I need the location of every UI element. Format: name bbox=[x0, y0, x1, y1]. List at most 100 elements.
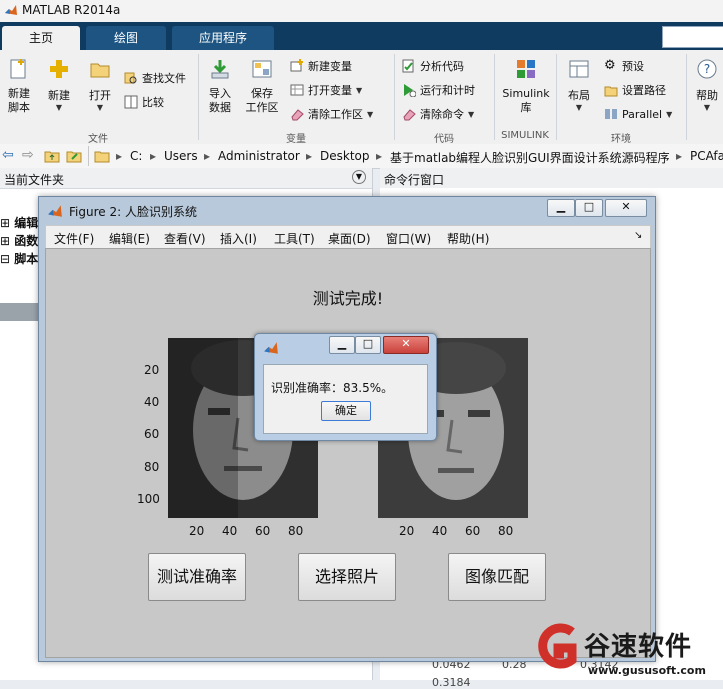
maximize-button[interactable]: □ bbox=[575, 199, 603, 217]
menu-help[interactable]: 帮助(H) bbox=[447, 230, 489, 247]
menu-desktop[interactable]: 桌面(D) bbox=[328, 230, 371, 247]
test-accuracy-button[interactable]: 测试准确率 bbox=[148, 553, 246, 601]
breadcrumb-item[interactable]: Administrator bbox=[218, 149, 300, 163]
import-data-button[interactable]: 导入 数据 bbox=[204, 58, 236, 115]
dialog-ok-button[interactable]: 确定 bbox=[321, 401, 371, 421]
breadcrumb-item[interactable]: C: bbox=[130, 149, 142, 163]
figure-titlebar[interactable]: Figure 2: 人脸识别系统 ▁ □ ✕ bbox=[39, 197, 655, 223]
open-button[interactable]: 打开 ▼ bbox=[84, 58, 116, 112]
command-output-value: 0.3184 bbox=[432, 676, 471, 689]
new-variable-button[interactable]: 新建变量 bbox=[290, 56, 352, 76]
expand-icon: ⊞ bbox=[0, 234, 11, 248]
breadcrumb-separator: ▸ bbox=[676, 149, 683, 163]
environment-group-label: 环境 bbox=[611, 134, 631, 145]
parallel-button[interactable]: Parallel ▼ bbox=[604, 104, 672, 124]
help-label: 帮助 bbox=[696, 89, 718, 102]
collapse-icon: ⊟ bbox=[0, 252, 11, 266]
folder-section-functions[interactable]: ⊞ 函数 bbox=[0, 232, 38, 249]
new-button[interactable]: 新建 ▼ bbox=[42, 58, 76, 112]
breadcrumb-item[interactable]: 基于matlab编程人脸识别GUI界面设计系统源码程序 bbox=[390, 149, 670, 166]
file-group-label: 文件 bbox=[88, 134, 108, 145]
save-workspace-button[interactable]: 保存 工作区 bbox=[244, 58, 280, 115]
close-button[interactable]: ✕ bbox=[605, 199, 647, 217]
compare-icon bbox=[124, 95, 138, 109]
image-match-button[interactable]: 图像匹配 bbox=[448, 553, 546, 601]
layout-button[interactable]: 布局 ▼ bbox=[564, 58, 594, 112]
dialog-message: 识别准确率：83.5%。 bbox=[271, 381, 394, 395]
dock-arrow-icon[interactable]: ↘ bbox=[634, 230, 642, 241]
find-files-label: 查找文件 bbox=[142, 72, 186, 85]
new-script-icon bbox=[10, 59, 26, 79]
chevron-down-icon: ▼ bbox=[55, 103, 63, 112]
search-input[interactable] bbox=[662, 26, 723, 48]
folder-section-scripts[interactable]: ⊟ 脚本 bbox=[0, 250, 38, 267]
breadcrumb-item[interactable]: Users bbox=[164, 149, 198, 163]
breadcrumb-item[interactable]: Desktop bbox=[320, 149, 370, 163]
analyze-code-button[interactable]: 分析代码 bbox=[402, 56, 464, 76]
breadcrumb-item[interactable]: PCAfa bbox=[690, 149, 723, 163]
simulink-library-button[interactable]: Simulink 库 bbox=[502, 58, 550, 115]
run-and-time-button[interactable]: 运行和计时 bbox=[402, 80, 475, 100]
dialog-body: 识别准确率：83.5%。 确定 bbox=[263, 364, 428, 434]
figure-canvas: 测试完成! 20 40 60 80 100 20 40 60 80 20 40 … bbox=[45, 248, 651, 658]
breadcrumb-separator: ▸ bbox=[376, 149, 383, 163]
dialog-minimize-button[interactable]: ▁ bbox=[329, 336, 355, 354]
x-tick-label: 60 bbox=[255, 524, 271, 538]
dialog-maximize-button[interactable]: □ bbox=[355, 336, 381, 354]
set-path-button[interactable]: 设置路径 bbox=[604, 80, 666, 100]
x-tick-label: 20 bbox=[399, 524, 415, 538]
chevron-down-icon: ▼ bbox=[666, 109, 673, 119]
minimize-button[interactable]: ▁ bbox=[547, 199, 575, 217]
parallel-label: Parallel bbox=[622, 107, 663, 121]
matlab-logo-icon bbox=[48, 205, 62, 217]
chevron-down-icon: ▼ bbox=[575, 103, 583, 112]
address-bar: ⇦ ⇨ ▸ C: ▸ Users ▸ Administrator ▸ Deskt… bbox=[0, 144, 723, 169]
menu-edit[interactable]: 编辑(E) bbox=[109, 230, 150, 247]
ribbon-divider bbox=[394, 54, 395, 140]
tab-plots[interactable]: 绘图 bbox=[86, 26, 166, 50]
main-tab-bar: 主页 绘图 应用程序 bbox=[0, 22, 723, 50]
compare-button[interactable]: 比较 bbox=[124, 92, 164, 112]
up-folder-icon[interactable] bbox=[44, 148, 60, 164]
choose-photo-button[interactable]: 选择照片 bbox=[298, 553, 396, 601]
find-files-button[interactable]: 查找文件 bbox=[124, 68, 186, 88]
panel-menu-icon[interactable]: ▼ bbox=[352, 170, 366, 184]
open-variable-icon bbox=[290, 84, 304, 96]
new-script-button[interactable]: 新建 脚本 bbox=[4, 58, 34, 115]
simulink-library-label: Simulink 库 bbox=[502, 87, 550, 114]
clear-workspace-label: 清除工作区 bbox=[308, 108, 363, 121]
ribbon-divider bbox=[494, 54, 495, 140]
preferences-button[interactable]: ⚙ 预设 bbox=[604, 56, 644, 76]
expand-icon: ⊞ bbox=[0, 216, 11, 230]
breadcrumb-separator: ▸ bbox=[150, 149, 157, 163]
folder-section-edit[interactable]: ⊞ 编辑 bbox=[0, 214, 38, 231]
help-button[interactable]: ? 帮助 ▼ bbox=[692, 58, 722, 112]
menu-view[interactable]: 查看(V) bbox=[164, 230, 206, 247]
clear-workspace-button[interactable]: 清除工作区 ▼ bbox=[290, 104, 373, 124]
ribbon-divider bbox=[556, 54, 557, 140]
preferences-label: 预设 bbox=[622, 60, 644, 73]
y-tick-label: 60 bbox=[144, 427, 160, 441]
parallel-icon bbox=[605, 109, 617, 119]
selected-file-row[interactable] bbox=[0, 303, 40, 321]
back-arrow-icon[interactable]: ⇦ bbox=[2, 147, 14, 163]
dialog-close-button[interactable]: ✕ bbox=[383, 336, 429, 354]
tab-home[interactable]: 主页 bbox=[2, 26, 80, 50]
figure-menubar: 文件(F) 编辑(E) 查看(V) 插入(I) 工具(T) 桌面(D) 窗口(W… bbox=[45, 225, 651, 249]
variable-group-label: 变量 bbox=[286, 134, 306, 145]
x-tick-label: 60 bbox=[465, 524, 481, 538]
open-variable-button[interactable]: 打开变量 ▼ bbox=[290, 80, 362, 100]
menu-file[interactable]: 文件(F) bbox=[54, 230, 94, 247]
clear-commands-button[interactable]: 清除命令 ▼ bbox=[402, 104, 474, 124]
current-folder-title: 当前文件夹 bbox=[4, 173, 65, 187]
folder-icon bbox=[90, 63, 110, 78]
forward-arrow-icon[interactable]: ⇨ bbox=[22, 147, 34, 163]
y-tick-label: 100 bbox=[137, 492, 160, 506]
browse-folder-icon[interactable] bbox=[66, 148, 82, 164]
toolstrip-ribbon: 新建 脚本 新建 ▼ 打开 ▼ 查找文件 比较 文件 导入 数据 保存 工作区 … bbox=[0, 50, 723, 145]
tab-apps[interactable]: 应用程序 bbox=[172, 26, 274, 50]
menu-window[interactable]: 窗口(W) bbox=[386, 230, 431, 247]
menu-tools[interactable]: 工具(T) bbox=[274, 230, 315, 247]
command-window-title: 命令行窗口 bbox=[384, 173, 445, 187]
menu-insert[interactable]: 插入(I) bbox=[220, 230, 257, 247]
